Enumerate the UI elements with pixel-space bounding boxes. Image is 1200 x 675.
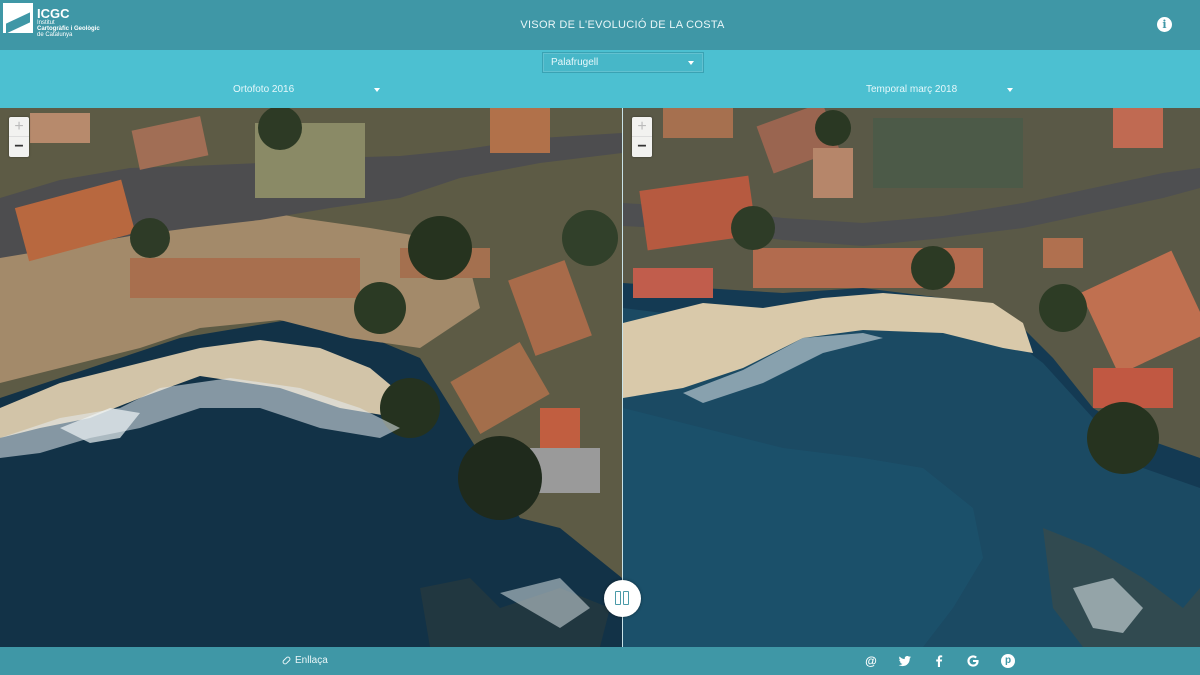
- selector-bar: Palafrugell Ortofoto 2016 Temporal març …: [0, 50, 1200, 108]
- right-zoom-control: + −: [632, 117, 652, 157]
- split-view-right-panel: [623, 591, 629, 605]
- app-title: VISOR DE L'EVOLUCIÓ DE LA COSTA: [520, 19, 725, 31]
- aerial-photo-left: [0, 108, 622, 647]
- zoom-out-button[interactable]: −: [9, 137, 29, 157]
- logo-line-3: de Catalunya: [37, 32, 73, 38]
- caret-down-icon: [688, 61, 694, 65]
- link-label: Enllaça: [295, 655, 328, 666]
- split-view-left-panel: [615, 591, 621, 605]
- zoom-out-button[interactable]: −: [632, 137, 652, 157]
- email-icon[interactable]: @: [864, 654, 878, 668]
- swipe-map[interactable]: + − + −: [0, 108, 1200, 647]
- location-select-value: Palafrugell: [551, 57, 599, 68]
- footer: Enllaça @ p: [0, 647, 1200, 675]
- info-icon[interactable]: i: [1157, 17, 1172, 32]
- zoom-in-button[interactable]: +: [632, 117, 652, 137]
- right-layer-value: Temporal març 2018: [866, 84, 958, 95]
- left-layer-select[interactable]: Ortofoto 2016: [233, 84, 383, 98]
- left-zoom-control: + −: [9, 117, 29, 157]
- location-select[interactable]: Palafrugell: [542, 52, 704, 73]
- caret-down-icon: [374, 88, 380, 92]
- header: ICGC Institut Cartogràfic i Geològic de …: [0, 0, 1200, 50]
- left-map-pane[interactable]: [0, 108, 622, 647]
- google-icon[interactable]: [966, 654, 980, 668]
- right-layer-select[interactable]: Temporal març 2018: [866, 84, 1016, 98]
- link-button[interactable]: Enllaça: [281, 655, 328, 666]
- left-layer-value: Ortofoto 2016: [233, 84, 295, 95]
- right-map-pane[interactable]: [623, 108, 1200, 647]
- twitter-icon[interactable]: [898, 654, 912, 668]
- split-view-icon[interactable]: [604, 580, 641, 617]
- pinterest-icon[interactable]: p: [1001, 654, 1015, 668]
- aerial-photo-right: [623, 108, 1200, 647]
- zoom-in-button[interactable]: +: [9, 117, 29, 137]
- facebook-icon[interactable]: [932, 654, 946, 668]
- caret-down-icon: [1007, 88, 1013, 92]
- link-icon: [281, 655, 292, 666]
